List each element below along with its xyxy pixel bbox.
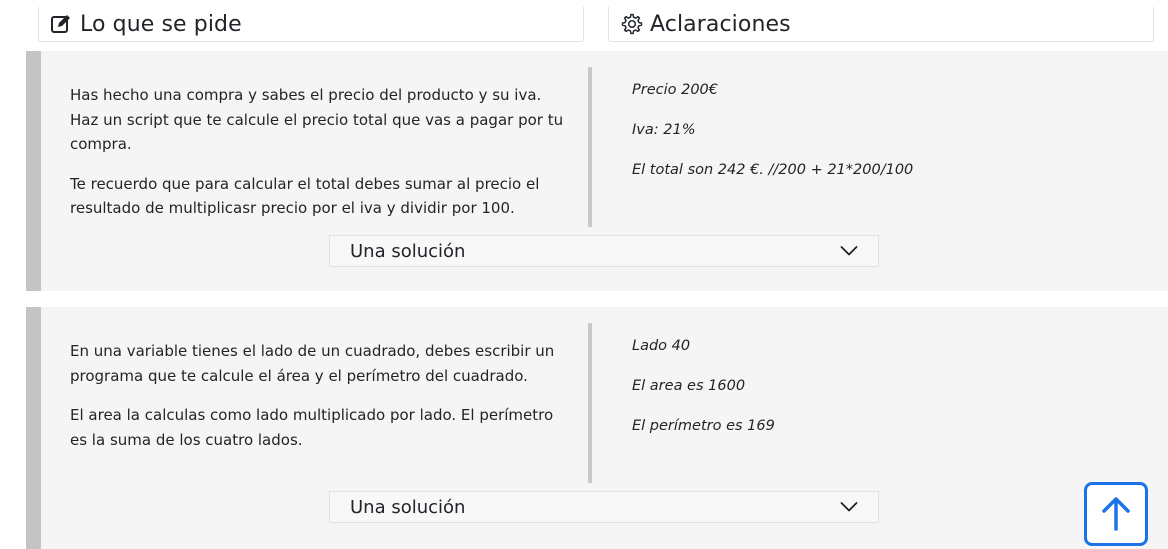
chevron-down-icon bbox=[838, 240, 860, 262]
clarification-line: Precio 200€ bbox=[632, 82, 719, 98]
edit-icon bbox=[48, 11, 74, 37]
solution-label: Una solución bbox=[350, 496, 466, 518]
chevron-down-icon bbox=[838, 496, 860, 518]
scroll-top-button[interactable] bbox=[1084, 482, 1148, 546]
exercise-statement: Has hecho una compra y sabes el precio d… bbox=[70, 67, 592, 227]
clarification-line: Iva: 21% bbox=[632, 122, 696, 138]
arrow-up-icon bbox=[1099, 495, 1133, 533]
statement-paragraph: Has hecho una compra y sabes el precio d… bbox=[70, 86, 564, 153]
clarification-line: El perímetro es 169 bbox=[632, 418, 775, 434]
solution-label: Una solución bbox=[350, 240, 466, 262]
exercise-clarifications: Lado 40 El area es 1600 El perímetro es … bbox=[632, 335, 1112, 455]
exercise-card: Has hecho una compra y sabes el precio d… bbox=[26, 51, 1168, 291]
header-lo-que-se-pide: Lo que se pide bbox=[38, 7, 584, 42]
header-title: Lo que se pide bbox=[80, 11, 242, 37]
exercise-statement: En una variable tienes el lado de un cua… bbox=[70, 323, 592, 483]
statement-paragraph: En una variable tienes el lado de un cua… bbox=[70, 342, 555, 385]
statement-paragraph: Te recuerdo que para calcular el total d… bbox=[70, 174, 540, 218]
gear-icon bbox=[618, 11, 644, 37]
solution-toggle[interactable]: Una solución bbox=[329, 491, 879, 523]
clarification-line: Lado 40 bbox=[632, 338, 691, 354]
solution-toggle[interactable]: Una solución bbox=[329, 235, 879, 267]
header-title: Aclaraciones bbox=[650, 11, 791, 37]
statement-paragraph: El area la calculas como lado multiplica… bbox=[70, 406, 554, 449]
exercise-card: En una variable tienes el lado de un cua… bbox=[26, 307, 1168, 549]
header-aclaraciones: Aclaraciones bbox=[608, 7, 1154, 42]
clarification-line: El total son 242 €. //200 + 21*200/100 bbox=[632, 162, 914, 178]
exercise-clarifications: Precio 200€ Iva: 21% El total son 242 €.… bbox=[632, 79, 1112, 199]
clarification-line: El area es 1600 bbox=[632, 378, 746, 394]
